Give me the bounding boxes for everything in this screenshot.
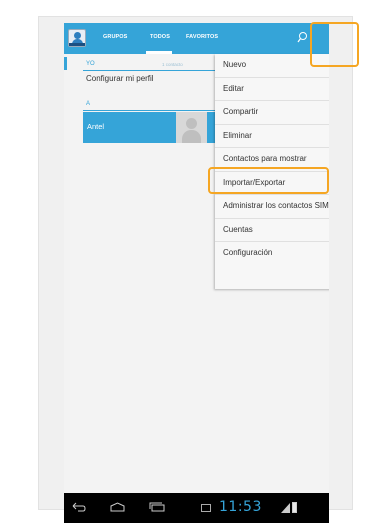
tablet-screen: GRUPOS TODOS FAVORITOS YO 1 contacto Con… bbox=[64, 23, 329, 523]
home-icon[interactable] bbox=[110, 502, 125, 512]
section-header-me: YO bbox=[86, 61, 95, 67]
section-divider bbox=[83, 70, 215, 71]
action-bar: GRUPOS TODOS FAVORITOS bbox=[64, 23, 329, 54]
overflow-menu-highlight bbox=[310, 22, 359, 67]
configure-profile-item[interactable]: Configurar mi perfil bbox=[86, 74, 154, 83]
menu-item-compartir[interactable]: Compartir bbox=[215, 101, 329, 125]
menu-item-eliminar[interactable]: Eliminar bbox=[215, 125, 329, 148]
section-divider bbox=[83, 110, 215, 111]
menu-item-administrar-sim[interactable]: Administrar los contactos SIM bbox=[215, 195, 329, 219]
notification-icon bbox=[201, 504, 211, 512]
recent-apps-icon[interactable] bbox=[149, 502, 165, 512]
battery-icon bbox=[292, 502, 297, 513]
menu-item-configuracion[interactable]: Configuración bbox=[215, 242, 329, 266]
menu-item-cuentas[interactable]: Cuentas bbox=[215, 219, 329, 242]
system-nav-bar: 11:53 bbox=[64, 493, 329, 523]
contacts-app-icon[interactable] bbox=[68, 29, 86, 47]
avatar bbox=[176, 112, 207, 143]
status-clock: 11:53 bbox=[219, 499, 262, 515]
tab-favoritos[interactable]: FAVORITOS bbox=[186, 34, 218, 40]
menu-item-editar[interactable]: Editar bbox=[215, 78, 329, 101]
list-item[interactable]: Antel bbox=[83, 112, 215, 143]
signal-icon bbox=[281, 503, 290, 513]
fast-scroll-indicator bbox=[64, 57, 67, 70]
back-icon[interactable] bbox=[72, 502, 86, 512]
tab-todos[interactable]: TODOS bbox=[150, 34, 170, 40]
contact-name: Antel bbox=[87, 122, 105, 131]
tab-grupos[interactable]: GRUPOS bbox=[103, 34, 127, 40]
section-header-letter: A bbox=[86, 101, 91, 107]
search-icon[interactable] bbox=[297, 31, 308, 44]
import-export-highlight bbox=[208, 167, 329, 194]
contact-count: 1 contacto bbox=[162, 62, 183, 67]
